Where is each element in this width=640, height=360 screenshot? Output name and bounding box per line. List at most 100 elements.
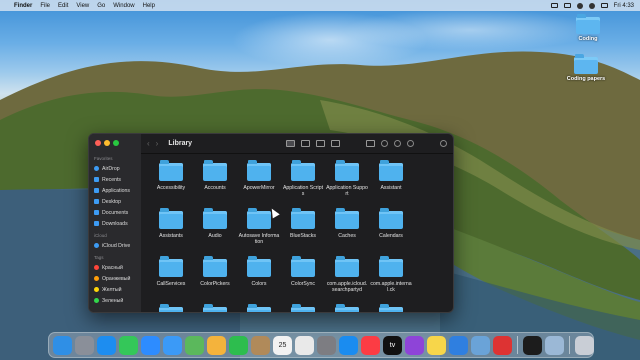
search-icon[interactable] xyxy=(588,2,595,9)
menu-clock[interactable]: Fri 4:33 xyxy=(614,3,634,9)
dock-app-store-icon[interactable] xyxy=(339,335,358,355)
dock-photos-icon[interactable] xyxy=(207,335,226,355)
folder-item[interactable]: Application Scripts xyxy=(281,160,325,205)
dock-launchpad-icon[interactable] xyxy=(75,335,94,355)
forward-arrow-icon[interactable]: › xyxy=(156,139,159,148)
list-view-icon[interactable] xyxy=(301,140,310,147)
dock-messages-icon[interactable] xyxy=(119,335,138,355)
sidebar-item-recents[interactable]: Recents xyxy=(89,174,141,185)
dock-notes-icon[interactable] xyxy=(427,335,446,355)
screen-record-icon[interactable] xyxy=(550,3,558,8)
folder-item[interactable]: Accessibility xyxy=(149,160,193,205)
dock-facetime-icon[interactable] xyxy=(229,335,248,355)
folder-icon xyxy=(159,304,183,312)
search-icon[interactable] xyxy=(440,140,447,147)
folder-item[interactable]: Accounts xyxy=(193,160,237,205)
menu-app-name[interactable]: Finder xyxy=(14,3,32,9)
dock-finder-icon[interactable] xyxy=(53,335,72,355)
folder-item[interactable] xyxy=(281,304,325,312)
folder-item[interactable]: ColorSync xyxy=(281,256,325,301)
folder-icon xyxy=(335,304,359,312)
menu-edit[interactable]: Edit xyxy=(58,3,68,9)
sidebar-tag-item[interactable]: Желтый xyxy=(89,284,141,295)
folder-label: Audio xyxy=(208,233,222,239)
folder-item[interactable]: Calendars xyxy=(369,208,413,253)
folder-item[interactable] xyxy=(369,304,413,312)
sidebar-item-desktop[interactable]: Desktop xyxy=(89,196,141,207)
dock-calendar-icon[interactable]: 25 xyxy=(273,335,292,355)
tag-icon[interactable] xyxy=(394,140,401,147)
folder-item[interactable]: Caches xyxy=(325,208,369,253)
battery-icon[interactable] xyxy=(563,3,571,8)
dock-keynote-icon[interactable] xyxy=(449,335,468,355)
menu-go[interactable]: Go xyxy=(97,3,105,9)
dock-settings-icon[interactable] xyxy=(317,335,336,355)
dock-zoom-icon[interactable] xyxy=(141,335,160,355)
group-icon[interactable] xyxy=(366,140,375,147)
folder-item[interactable]: Assistant xyxy=(369,160,413,205)
sidebar-item-documents[interactable]: Documents xyxy=(89,207,141,218)
folder-item[interactable]: Audio xyxy=(193,208,237,253)
folder-item[interactable] xyxy=(325,304,369,312)
desktop-folder-coding[interactable]: Coding xyxy=(558,14,618,42)
folder-item[interactable] xyxy=(149,304,193,312)
folder-icon xyxy=(159,160,183,181)
folder-item[interactable]: Application Support xyxy=(325,160,369,205)
sidebar-item-applications[interactable]: Applications xyxy=(89,185,141,196)
folder-label: ColorSync xyxy=(291,281,315,287)
folder-item[interactable]: ColorPickers xyxy=(193,256,237,301)
status-area: Fri 4:33 xyxy=(550,2,634,9)
dock-no-entry-icon[interactable] xyxy=(493,335,512,355)
sidebar-item-airdrop[interactable]: AirDrop xyxy=(89,163,141,174)
icon-view-icon[interactable] xyxy=(286,140,295,147)
dock-apple-tv-icon[interactable]: tv xyxy=(383,335,402,355)
menu-view[interactable]: View xyxy=(76,3,89,9)
sidebar-tag-item[interactable]: Зеленый xyxy=(89,295,141,306)
column-view-icon[interactable] xyxy=(316,140,325,147)
back-arrow-icon[interactable]: ‹ xyxy=(147,139,150,148)
dock-reminders-icon[interactable] xyxy=(295,335,314,355)
dock-preview-icon[interactable] xyxy=(471,335,490,355)
menu-help[interactable]: Help xyxy=(143,3,155,9)
dock-separator xyxy=(517,336,518,354)
menu-file[interactable]: File xyxy=(40,3,50,9)
zoom-button[interactable] xyxy=(113,140,119,146)
close-button[interactable] xyxy=(95,140,101,146)
folder-label: Autosave Information xyxy=(238,233,280,245)
dock-podcasts-icon[interactable] xyxy=(405,335,424,355)
control-center-icon[interactable] xyxy=(600,3,608,8)
folder-item[interactable]: com.apple.icloud.searchpartyd xyxy=(325,256,369,301)
folder-item[interactable]: BlueStacks xyxy=(281,208,325,253)
dock-contacts-icon[interactable] xyxy=(251,335,270,355)
folder-item[interactable] xyxy=(193,304,237,312)
folder-item[interactable]: CallServices xyxy=(149,256,193,301)
folder-item[interactable]: Colors xyxy=(237,256,281,301)
sidebar-item-icloud-drive[interactable]: iCloud Drive xyxy=(89,240,141,251)
dock-maps-icon[interactable] xyxy=(185,335,204,355)
dock-music-icon[interactable] xyxy=(361,335,380,355)
dock-trash-icon[interactable] xyxy=(575,335,594,355)
folder-item[interactable]: ApowerMirror xyxy=(237,160,281,205)
wifi-icon[interactable] xyxy=(576,2,583,9)
dock-quicktime-icon[interactable] xyxy=(545,335,564,355)
menu-window[interactable]: Window xyxy=(113,3,134,9)
sidebar-tag-item[interactable]: Оранжевый xyxy=(89,273,141,284)
action-menu-icon[interactable] xyxy=(407,140,414,147)
sidebar-item-downloads[interactable]: Downloads xyxy=(89,218,141,229)
dock-safari-icon[interactable] xyxy=(97,335,116,355)
folder-label: Caches xyxy=(338,233,356,239)
folder-icon xyxy=(379,160,403,181)
dock-terminal-icon[interactable] xyxy=(523,335,542,355)
sidebar-item-label: iCloud Drive xyxy=(102,242,131,249)
desktop-folder-coding-papers[interactable]: Coding papers xyxy=(556,54,616,82)
gallery-view-icon[interactable] xyxy=(331,140,340,147)
tag-color-dot xyxy=(94,298,99,303)
folder-item[interactable]: Assistants xyxy=(149,208,193,253)
dock-mail-icon[interactable] xyxy=(163,335,182,355)
sidebar-tag-item[interactable]: Красный xyxy=(89,262,141,273)
share-icon[interactable] xyxy=(381,140,388,147)
desktop-folder-label: Coding xyxy=(578,36,598,42)
folder-item[interactable] xyxy=(237,304,281,312)
minimize-button[interactable] xyxy=(104,140,110,146)
folder-item[interactable]: com.apple.internal.ck xyxy=(369,256,413,301)
